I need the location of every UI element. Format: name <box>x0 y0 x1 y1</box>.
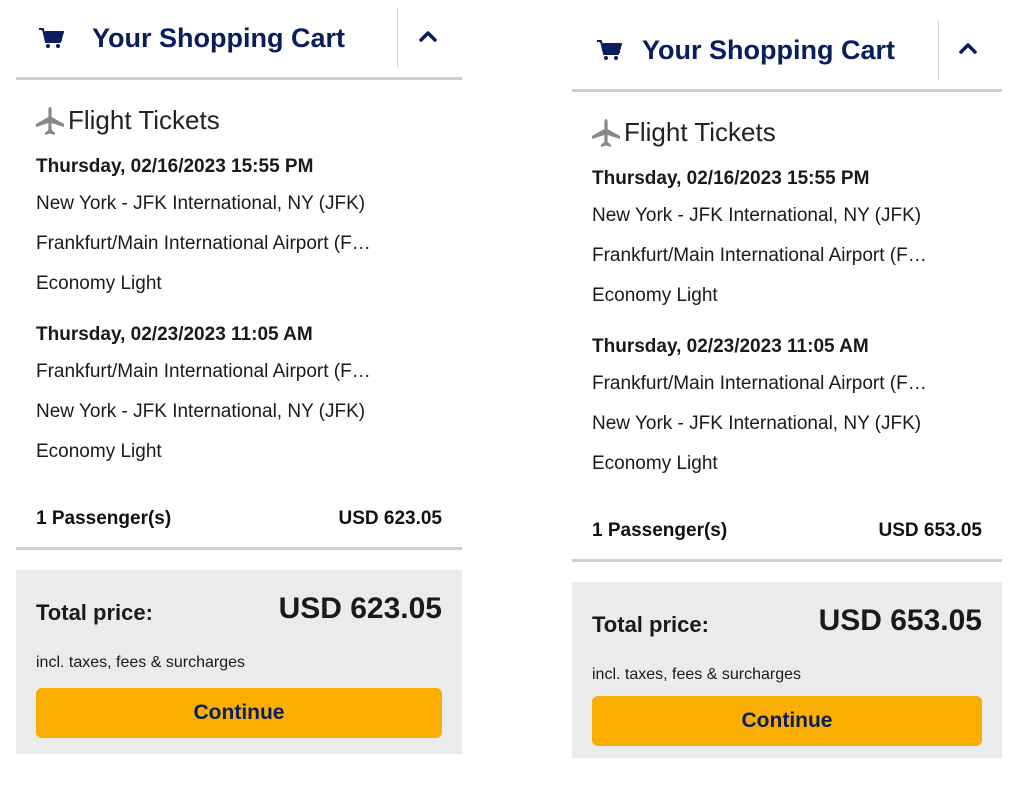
cart-title: Your Shopping Cart <box>642 35 895 65</box>
chevron-up-icon <box>959 43 977 54</box>
header-divider <box>938 20 939 80</box>
cart-header: Your Shopping Cart <box>572 12 1002 92</box>
passenger-count: 1 Passenger(s) <box>592 520 728 541</box>
total-price-label: Total price: <box>36 600 153 625</box>
continue-button[interactable]: Continue <box>36 688 442 738</box>
shopping-cart-panel-right: Your Shopping Cart Flight Tickets Thursd… <box>572 12 1002 758</box>
passenger-row: 1 Passenger(s) USD 623.05 <box>16 486 462 550</box>
flight-tickets-heading: Flight Tickets <box>572 92 1002 162</box>
total-price-note: incl. taxes, fees & surcharges <box>592 666 801 683</box>
flight-origin: New York - JFK International, NY (JFK) <box>592 205 922 226</box>
flight-date: Thursday, 02/16/2023 15:55 PM <box>592 168 870 189</box>
flight-fare: Economy Light <box>36 273 162 294</box>
flight-fare: Economy Light <box>36 441 162 462</box>
flight-date: Thursday, 02/23/2023 11:05 AM <box>592 336 869 357</box>
flight-date: Thursday, 02/23/2023 11:05 AM <box>36 324 313 345</box>
passenger-price: USD 623.05 <box>338 508 442 529</box>
flight-segment: Thursday, 02/16/2023 15:55 PM New York -… <box>572 162 1002 316</box>
flight-segment: Thursday, 02/23/2023 11:05 AM Frankfurt/… <box>572 330 1002 484</box>
flight-segment: Thursday, 02/16/2023 15:55 PM New York -… <box>16 150 462 304</box>
flight-fare: Economy Light <box>592 285 718 306</box>
flight-segment: Thursday, 02/23/2023 11:05 AM Frankfurt/… <box>16 318 462 472</box>
total-price-note: incl. taxes, fees & surcharges <box>36 654 245 671</box>
flight-origin: New York - JFK International, NY (JFK) <box>36 193 366 214</box>
flight-destination: Frankfurt/Main International Airport (F… <box>36 233 371 254</box>
flight-fare: Economy Light <box>592 453 718 474</box>
header-divider <box>397 8 398 68</box>
flight-origin: Frankfurt/Main International Airport (F… <box>36 361 371 382</box>
total-price-box: Total price: USD 653.05 incl. taxes, fee… <box>572 582 1002 758</box>
passenger-row: 1 Passenger(s) USD 653.05 <box>572 498 1002 562</box>
flight-tickets-heading: Flight Tickets <box>16 80 462 150</box>
passenger-price: USD 653.05 <box>878 520 982 541</box>
flight-origin: Frankfurt/Main International Airport (F… <box>592 373 927 394</box>
collapse-button[interactable] <box>414 22 442 50</box>
continue-button[interactable]: Continue <box>592 696 982 746</box>
shopping-cart-icon <box>39 28 64 48</box>
cart-header: Your Shopping Cart <box>16 0 462 80</box>
flight-destination: New York - JFK International, NY (JFK) <box>592 413 922 434</box>
shopping-cart-icon <box>597 40 622 60</box>
section-title: Flight Tickets <box>68 105 220 135</box>
airplane-icon <box>592 119 620 147</box>
flight-date: Thursday, 02/16/2023 15:55 PM <box>36 156 314 177</box>
total-price-value: USD 623.05 <box>278 592 442 625</box>
total-price-label: Total price: <box>592 612 709 637</box>
cart-title: Your Shopping Cart <box>92 23 345 53</box>
collapse-button[interactable] <box>954 34 982 62</box>
shopping-cart-panel-left: Your Shopping Cart Flight Tickets Thursd… <box>16 0 462 754</box>
airplane-icon <box>36 107 64 135</box>
section-title: Flight Tickets <box>624 117 776 147</box>
chevron-up-icon <box>419 31 437 42</box>
total-price-box: Total price: USD 623.05 incl. taxes, fee… <box>16 570 462 754</box>
flight-destination: New York - JFK International, NY (JFK) <box>36 401 366 422</box>
passenger-count: 1 Passenger(s) <box>36 508 172 529</box>
flight-destination: Frankfurt/Main International Airport (F… <box>592 245 927 266</box>
total-price-value: USD 653.05 <box>818 604 982 637</box>
